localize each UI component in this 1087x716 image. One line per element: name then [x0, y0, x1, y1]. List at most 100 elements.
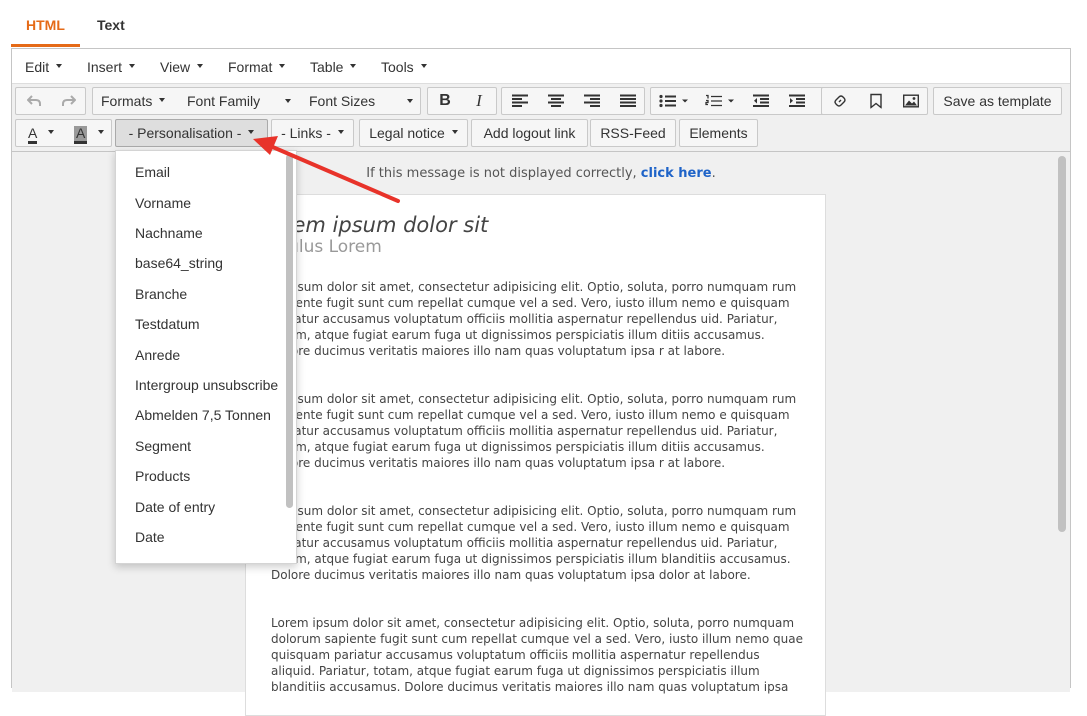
chevron-down-icon	[420, 64, 427, 69]
align-right-button[interactable]	[574, 88, 610, 114]
email-page[interactable]: orem ipsum dolor sit otulus Lorem m ipsu…	[245, 194, 826, 716]
menu-insert[interactable]: Insert	[87, 59, 136, 75]
menu-item-base64-string[interactable]: base64_string	[135, 255, 223, 271]
formats-dropdown[interactable]: Formats	[93, 88, 177, 114]
menu-table[interactable]: Table	[310, 59, 357, 75]
menu-item-segment[interactable]: Segment	[135, 438, 191, 454]
background-color-icon: A	[74, 126, 88, 144]
font-sizes-dropdown[interactable]: Font Sizes	[299, 88, 420, 114]
menu-edit[interactable]: Edit	[25, 59, 63, 75]
align-center-button[interactable]	[538, 88, 574, 114]
chevron-down-icon	[407, 99, 413, 103]
chevron-down-icon	[279, 64, 286, 69]
indent-button[interactable]	[779, 88, 815, 114]
align-justify-button[interactable]	[610, 88, 646, 114]
numbered-list-icon	[705, 94, 734, 107]
chevron-down-icon	[451, 130, 458, 135]
text-color-button[interactable]: A	[16, 120, 64, 146]
links-label: - Links -	[281, 125, 331, 141]
personalisation-button[interactable]: - Personalisation -	[116, 120, 267, 146]
undo-button[interactable]	[16, 88, 51, 114]
chevron-down-icon	[285, 99, 291, 103]
menu-item-testdatum[interactable]: Testdatum	[135, 316, 200, 332]
menu-item-date-of-entry[interactable]: Date of entry	[135, 499, 215, 515]
menu-item-email[interactable]: Email	[135, 164, 170, 180]
bold-button[interactable]: B	[428, 88, 462, 114]
legal-notice-button[interactable]: Legal notice	[360, 120, 467, 146]
image-button[interactable]	[893, 88, 928, 114]
text-color-icon: A	[28, 125, 38, 144]
tab-text[interactable]: Text	[97, 17, 125, 33]
bookmark-icon	[869, 93, 882, 109]
rss-feed-group: RSS-Feed	[590, 119, 676, 147]
notice-text: If this message is not displayed correct…	[366, 166, 641, 181]
menu-item-abmelden[interactable]: Abmelden 7,5 Tonnen	[135, 407, 271, 423]
align-center-icon	[548, 94, 564, 107]
chevron-down-icon	[159, 98, 166, 103]
page-title: orem ipsum dolor sit	[271, 213, 489, 237]
font-family-dropdown[interactable]: Font Family	[177, 88, 297, 114]
click-here-link[interactable]: click here	[641, 166, 712, 181]
font-sizes-label: Font Sizes	[309, 93, 376, 109]
legal-notice-dropdown[interactable]: Legal notice	[359, 119, 468, 147]
menu-format[interactable]: Format	[228, 59, 286, 75]
menu-tools[interactable]: Tools	[381, 59, 427, 75]
indent-icon	[789, 94, 805, 107]
menu-scrollbar[interactable]	[286, 154, 293, 508]
numbered-list-button[interactable]	[697, 88, 743, 114]
links-button[interactable]: - Links -	[272, 120, 353, 146]
rss-feed-button[interactable]: RSS-Feed	[591, 120, 675, 146]
bullet-list-button[interactable]	[651, 88, 697, 114]
personalisation-menu: Email Vorname Nachname base64_string Bra…	[115, 150, 297, 564]
chevron-down-icon	[98, 130, 105, 135]
personalisation-label: - Personalisation -	[128, 125, 242, 141]
menu-item-date[interactable]: Date	[135, 529, 165, 545]
active-tab-indicator	[11, 44, 80, 47]
bullet-list-icon	[659, 94, 688, 108]
menu-format-label: Format	[228, 59, 273, 75]
menu-insert-label: Insert	[87, 59, 123, 75]
menu-item-vorname[interactable]: Vorname	[135, 195, 191, 211]
paragraph: m ipsum dolor sit amet, consectetur adip…	[271, 504, 797, 582]
toolbar: Formats Font Family Font Sizes B I Save …	[12, 84, 1070, 152]
personalisation-dropdown[interactable]: - Personalisation -	[115, 119, 268, 147]
insert-group	[821, 87, 928, 115]
menu-view-label: View	[160, 59, 191, 75]
menu-item-intergroup-unsubscribe[interactable]: Intergroup unsubscribe	[135, 377, 278, 393]
paragraph: m ipsum dolor sit amet, consectetur adip…	[271, 280, 797, 358]
history-group	[15, 87, 86, 115]
menu-item-anrede[interactable]: Anrede	[135, 347, 180, 363]
font-group: Formats Font Family Font Sizes	[92, 87, 421, 115]
menu-table-label: Table	[310, 59, 344, 75]
notice-end: .	[711, 166, 716, 181]
links-dropdown[interactable]: - Links -	[271, 119, 354, 147]
italic-button[interactable]: I	[462, 88, 496, 114]
menu-view[interactable]: View	[160, 59, 204, 75]
save-as-template-button[interactable]: Save as template	[934, 88, 1061, 114]
menubar: Edit Insert View Format Table Tools	[12, 49, 1070, 84]
paragraph: Lorem ipsum dolor sit amet, consectetur …	[271, 616, 803, 694]
add-logout-group: Add logout link	[471, 119, 588, 147]
tab-html[interactable]: HTML	[26, 17, 65, 33]
background-color-button[interactable]: A	[64, 120, 112, 146]
menu-tools-label: Tools	[381, 59, 414, 75]
menu-item-products[interactable]: Products	[135, 468, 190, 484]
elements-group: Elements	[679, 119, 758, 147]
menu-item-nachname[interactable]: Nachname	[135, 225, 203, 241]
paragraph: m ipsum dolor sit amet, consectetur adip…	[271, 392, 797, 470]
bookmark-button[interactable]	[858, 88, 893, 114]
elements-button[interactable]: Elements	[680, 120, 757, 146]
redo-button[interactable]	[51, 88, 86, 114]
image-icon	[902, 94, 919, 108]
link-button[interactable]	[822, 88, 858, 114]
outdent-button[interactable]	[743, 88, 779, 114]
list-group	[650, 87, 826, 115]
add-logout-link-button[interactable]: Add logout link	[472, 120, 587, 146]
style-group: B I	[427, 87, 497, 115]
align-right-icon	[584, 94, 600, 107]
menu-item-branche[interactable]: Branche	[135, 286, 187, 302]
content-scrollbar[interactable]	[1058, 156, 1066, 532]
color-group: A A	[15, 119, 112, 147]
chevron-down-icon	[56, 64, 63, 69]
align-left-button[interactable]	[502, 88, 538, 114]
